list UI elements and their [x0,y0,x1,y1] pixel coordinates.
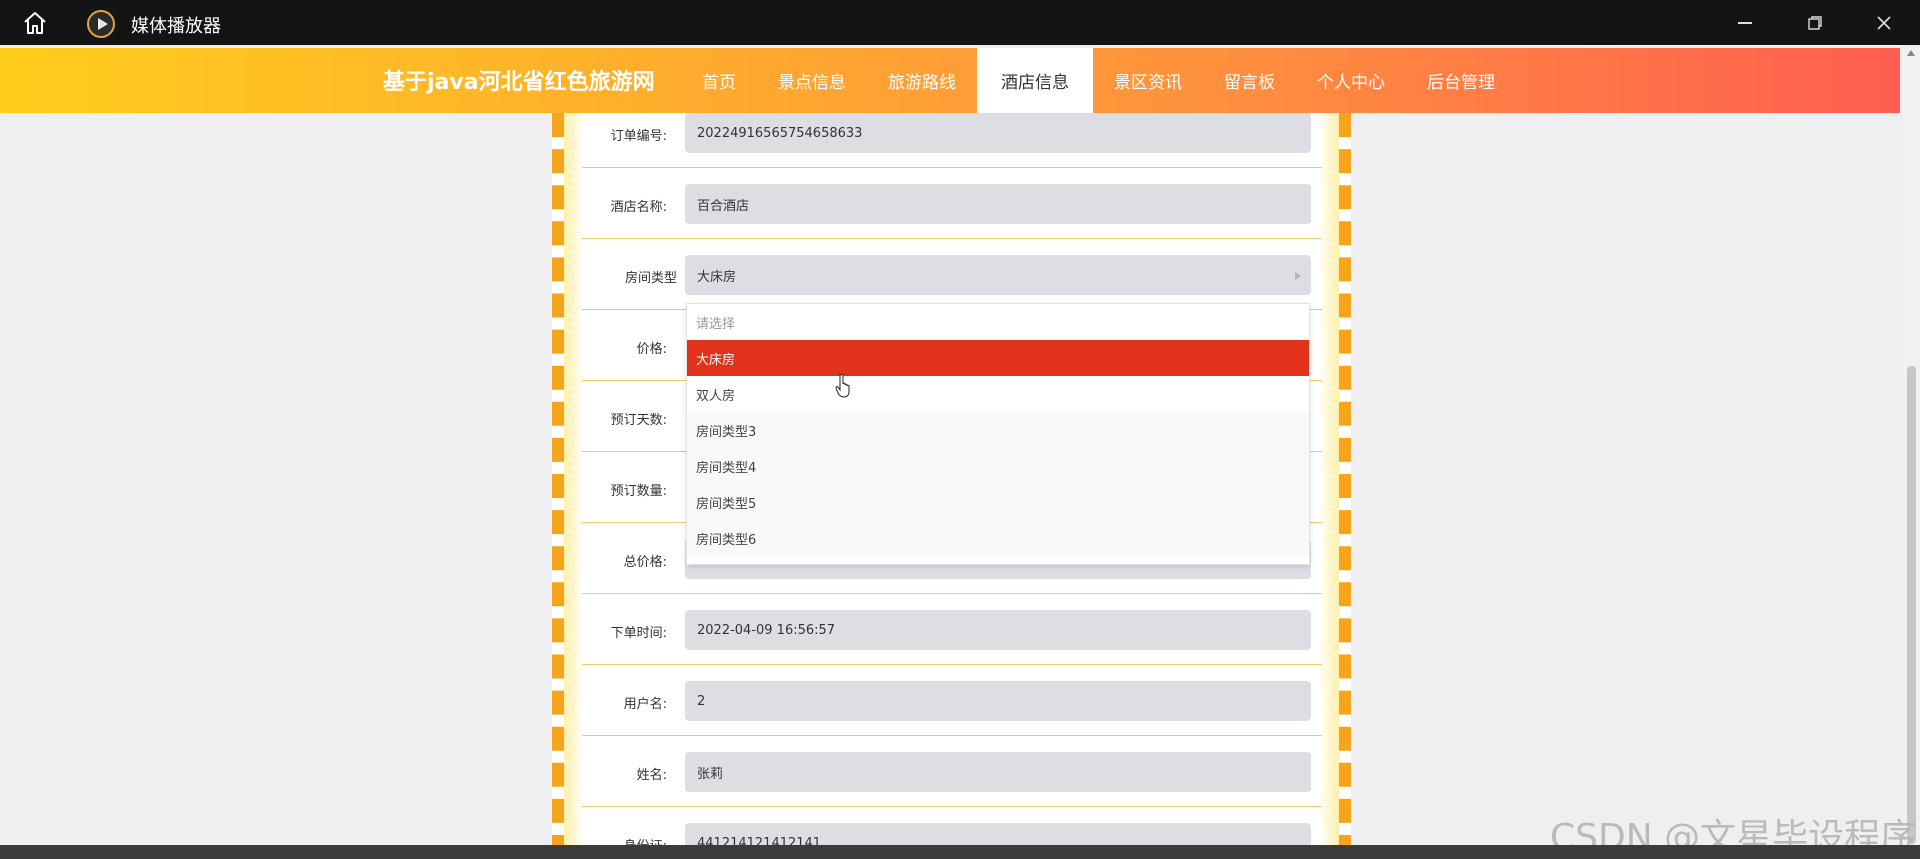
room-type-value: 大床房 [697,269,737,285]
dropdown-option[interactable]: 请选择 [687,304,1309,340]
name-field[interactable]: 张莉 [685,752,1311,792]
close-button[interactable] [1864,6,1904,40]
hotel-name-field[interactable]: 百合酒店 [685,184,1311,224]
dropdown-option-selected[interactable]: 大床房 [687,340,1309,376]
restore-icon [1808,16,1822,30]
form-row-room-type: 房间类型 大床房 [582,239,1322,310]
window-titlebar: 媒体播放器 [0,0,1920,45]
room-type-select[interactable]: 大床房 [685,255,1311,295]
minimize-button[interactable] [1725,6,1765,40]
form-row-name: 姓名: 张莉 [582,736,1322,807]
scrollbar-thumb[interactable] [1907,366,1916,844]
home-icon[interactable] [22,11,48,35]
media-player-icon [87,10,115,38]
scroll-up-icon[interactable] [1907,50,1915,56]
order-time-field[interactable]: 2022-04-09 16:56:57 [685,610,1311,650]
room-type-dropdown: 请选择 大床房 双人房 房间类型3 房间类型4 房间类型5 房间类型6 [686,303,1310,565]
close-icon [1877,16,1891,30]
order-time-label: 下单时间: [610,626,667,641]
bottom-bar [0,845,1920,859]
dropdown-option[interactable]: 房间类型5 [687,484,1309,520]
dropdown-option[interactable]: 双人房 [687,376,1309,412]
hand-cursor-icon [835,373,850,398]
quantity-label: 预订数量: [610,484,667,499]
window-title: 媒体播放器 [131,16,221,37]
select-arrow-icon [1295,272,1301,280]
minimize-icon [1738,22,1752,24]
dropdown-option[interactable]: 房间类型4 [687,448,1309,484]
order-no-field[interactable]: 20224916565754658633 [685,113,1311,153]
form-row-hotel-name: 酒店名称: 百合酒店 [582,168,1322,239]
username-field[interactable]: 2 [685,681,1311,721]
maximize-button[interactable] [1795,6,1835,40]
order-no-label: 订单编号: [610,129,667,144]
form-row-username: 用户名: 2 [582,665,1322,736]
dropdown-option[interactable]: 房间类型6 [687,520,1309,556]
page-scrollbar[interactable] [1903,48,1920,845]
price-label: 价格: [636,342,667,357]
username-label: 用户名: [623,697,667,712]
dropdown-option[interactable]: 房间类型3 [687,412,1309,448]
name-label: 姓名: [636,768,667,783]
nav-item-admin[interactable]: 后台管理 [1406,48,1516,113]
hotel-name-label: 酒店名称: [610,200,667,215]
form-row-order-time: 下单时间: 2022-04-09 16:56:57 [582,594,1322,665]
form-row-order-no: 订单编号: 20224916565754658633 [582,97,1322,168]
room-type-label: 房间类型 [624,271,677,286]
site-brand[interactable]: 基于java河北省红色旅游网 [383,64,655,96]
days-label: 预订天数: [610,413,667,428]
total-label: 总价格: [623,555,667,570]
